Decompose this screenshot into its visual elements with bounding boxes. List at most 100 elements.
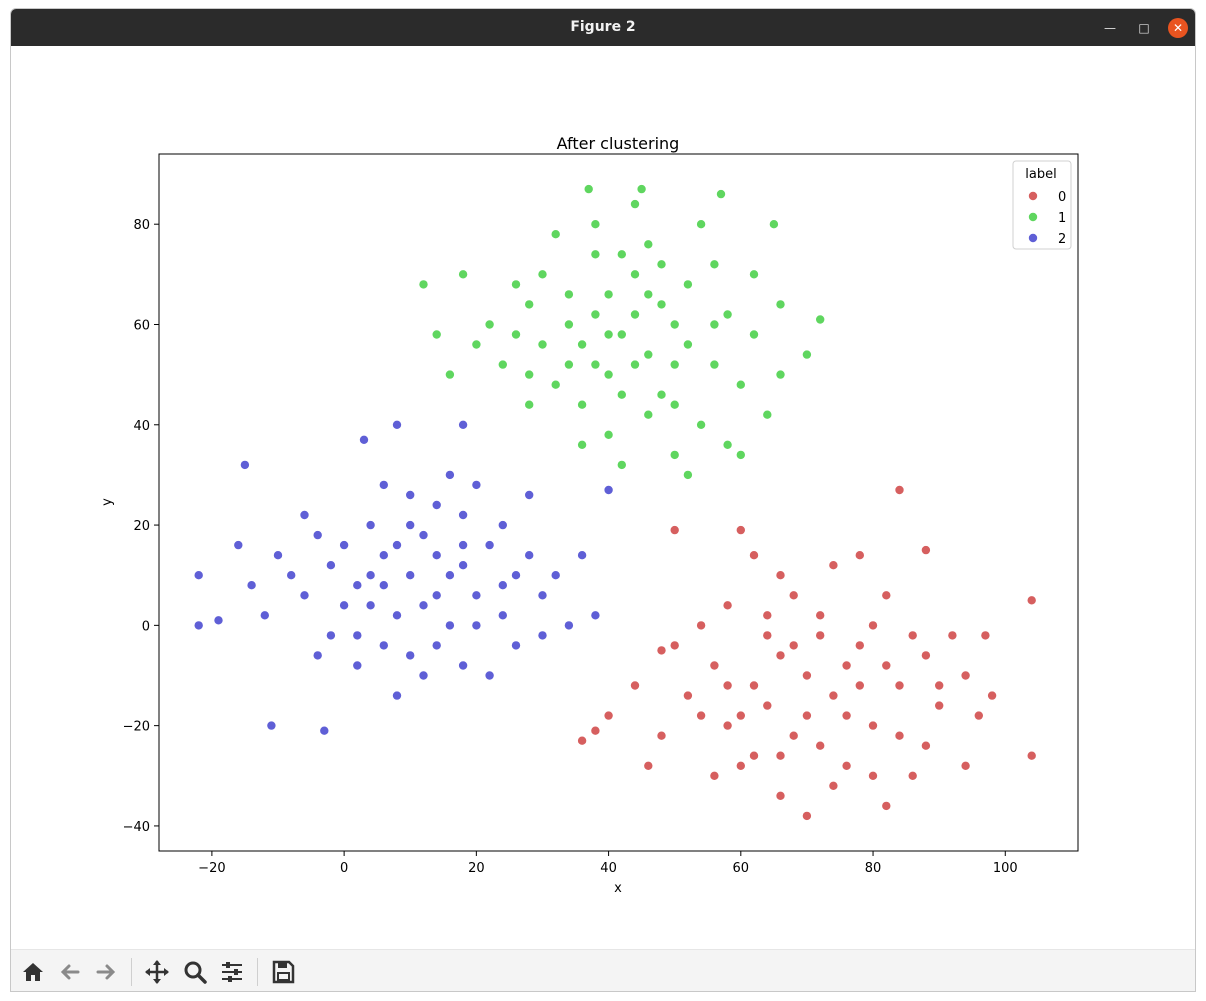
pan-icon[interactable]	[143, 958, 171, 986]
point-cluster-1	[709, 259, 720, 270]
point-cluster-1	[643, 349, 654, 360]
point-cluster-2	[418, 670, 429, 681]
point-cluster-2	[246, 580, 257, 591]
point-cluster-0	[696, 620, 707, 631]
x-tick-label: 80	[865, 861, 882, 876]
point-cluster-0	[735, 760, 746, 771]
point-cluster-1	[484, 319, 495, 330]
point-cluster-2	[444, 469, 455, 480]
point-cluster-2	[510, 570, 521, 581]
point-cluster-0	[854, 680, 865, 691]
point-cluster-1	[682, 279, 693, 290]
save-icon[interactable]	[269, 958, 297, 986]
forward-icon[interactable]	[92, 958, 120, 986]
point-cluster-2	[590, 610, 601, 621]
point-cluster-0	[801, 710, 812, 721]
point-cluster-0	[841, 660, 852, 671]
window-title: Figure 2	[570, 19, 636, 35]
point-cluster-0	[656, 645, 667, 656]
point-cluster-2	[239, 459, 250, 470]
x-tick-label: 20	[468, 861, 485, 876]
point-cluster-0	[980, 630, 991, 641]
point-cluster-2	[325, 630, 336, 641]
point-cluster-2	[431, 550, 442, 561]
point-cluster-1	[510, 279, 521, 290]
point-cluster-0	[669, 640, 680, 651]
close-icon[interactable]: ✕	[1168, 18, 1188, 38]
point-cluster-0	[868, 620, 879, 631]
zoom-icon[interactable]	[181, 958, 209, 986]
configure-subplots-icon[interactable]	[218, 958, 246, 986]
point-cluster-2	[233, 540, 244, 551]
plot-frame	[158, 153, 1079, 852]
x-axis-label: x	[614, 881, 622, 896]
point-cluster-2	[391, 419, 402, 430]
point-cluster-0	[894, 484, 905, 495]
point-cluster-0	[762, 700, 773, 711]
point-cluster-2	[312, 650, 323, 661]
point-cluster-0	[868, 720, 879, 731]
point-cluster-0	[1026, 750, 1037, 761]
point-cluster-2	[405, 570, 416, 581]
point-cluster-1	[590, 359, 601, 370]
home-icon[interactable]	[19, 958, 47, 986]
y-tick-label: 60	[133, 318, 150, 333]
y-tick-label: 40	[133, 419, 150, 434]
point-cluster-1	[550, 229, 561, 240]
point-cluster-0	[907, 770, 918, 781]
legend: label 0 1 2	[1012, 160, 1072, 250]
maximize-icon[interactable]: □	[1134, 18, 1154, 38]
point-cluster-2	[286, 570, 297, 581]
toolbar-separator	[131, 958, 132, 986]
point-cluster-2	[339, 540, 350, 551]
point-cluster-1	[577, 439, 588, 450]
point-cluster-0	[841, 760, 852, 771]
point-cluster-0	[775, 570, 786, 581]
point-cluster-0	[854, 550, 865, 561]
point-cluster-1	[775, 369, 786, 380]
point-cluster-2	[524, 550, 535, 561]
point-cluster-0	[669, 525, 680, 536]
legend-label: 1	[1058, 211, 1066, 226]
point-cluster-0	[828, 780, 839, 791]
point-cluster-2	[193, 620, 204, 631]
point-cluster-0	[788, 730, 799, 741]
point-cluster-1	[603, 369, 614, 380]
point-cluster-0	[815, 740, 826, 751]
point-cluster-0	[722, 600, 733, 611]
point-cluster-2	[471, 479, 482, 490]
point-cluster-1	[630, 269, 641, 280]
point-cluster-1	[590, 219, 601, 230]
point-cluster-1	[577, 339, 588, 350]
back-icon[interactable]	[56, 958, 84, 986]
y-tick-label: 0	[142, 619, 150, 634]
point-cluster-0	[815, 630, 826, 641]
point-cluster-2	[510, 640, 521, 651]
point-cluster-0	[709, 660, 720, 671]
point-cluster-0	[749, 750, 760, 761]
legend-marker-2	[1028, 232, 1039, 243]
point-cluster-0	[603, 710, 614, 721]
point-cluster-1	[497, 359, 508, 370]
figure-canvas[interactable]: After clustering −20 0 20 40 60 80 100 −40 −20 0 2…	[11, 46, 1195, 949]
point-cluster-1	[444, 369, 455, 380]
point-cluster-0	[775, 790, 786, 801]
point-cluster-0	[722, 720, 733, 731]
point-cluster-0	[749, 680, 760, 691]
point-cluster-1	[537, 269, 548, 280]
point-cluster-2	[550, 570, 561, 581]
point-cluster-2	[405, 520, 416, 531]
chart-title: After clustering	[557, 134, 680, 153]
point-cluster-2	[484, 540, 495, 551]
point-cluster-2	[266, 720, 277, 731]
point-cluster-1	[749, 269, 760, 280]
point-cluster-2	[378, 640, 389, 651]
point-cluster-2	[418, 530, 429, 541]
point-cluster-1	[722, 439, 733, 450]
point-cluster-1	[577, 399, 588, 410]
point-cluster-1	[550, 379, 561, 390]
minimize-icon[interactable]: —	[1100, 18, 1120, 38]
point-cluster-2	[444, 620, 455, 631]
point-cluster-1	[696, 219, 707, 230]
point-cluster-0	[920, 650, 931, 661]
